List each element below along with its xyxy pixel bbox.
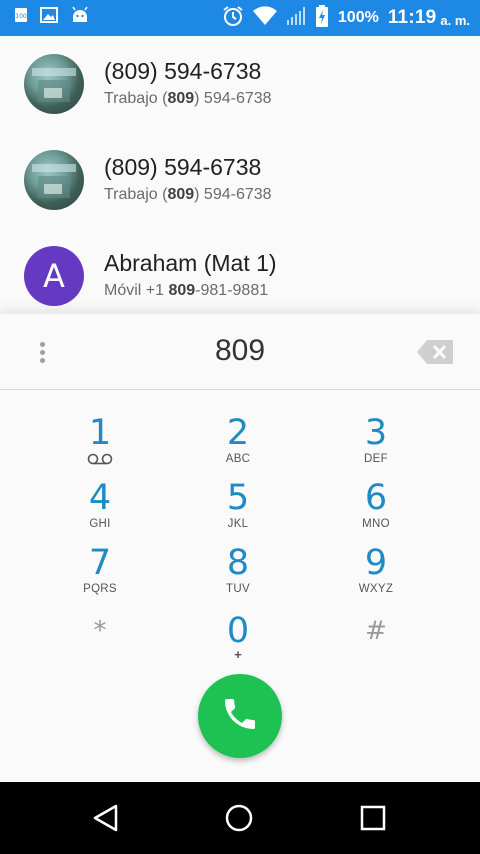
- key-digit: 3: [364, 413, 388, 453]
- contact-suggestions: (809) 594-6738 Trabajo (809) 594-6738 (8…: [0, 36, 480, 314]
- home-icon[interactable]: [223, 802, 255, 834]
- key-letters: GHI: [89, 518, 111, 530]
- key-letters: JKL: [227, 518, 249, 530]
- recents-icon[interactable]: [357, 802, 389, 834]
- contact-item[interactable]: (809) 594-6738 Trabajo (809) 594-6738: [0, 36, 480, 132]
- voicemail-icon: [40, 452, 160, 466]
- wifi-icon: [252, 5, 277, 31]
- contact-item[interactable]: (809) 594-6738 Trabajo (809) 594-6738: [0, 132, 480, 228]
- contact-name: (809) 594-6738: [104, 154, 262, 180]
- key-4[interactable]: 4 GHI: [40, 479, 160, 543]
- contact-detail: Trabajo (809) 594-6738: [104, 90, 272, 107]
- key-digit: 9: [364, 543, 388, 583]
- key-2[interactable]: 2 ABC: [178, 414, 298, 478]
- navigation-bar: [0, 782, 480, 854]
- key-hash[interactable]: #: [316, 612, 436, 676]
- key-8[interactable]: 8 TUV: [178, 544, 298, 608]
- notification-icon: 100: [14, 7, 28, 28]
- phone-icon: [220, 694, 260, 739]
- key-letters: MNO: [362, 518, 390, 530]
- key-letters: TUV: [226, 583, 250, 595]
- dialer-screen: 100 100% 11:19 a. m. (809) 594-6738 Trab…: [0, 0, 480, 854]
- battery-charging-icon: [315, 4, 329, 32]
- key-9[interactable]: 9 WXYZ: [316, 544, 436, 608]
- clock-time: 11:19: [387, 7, 437, 28]
- key-3[interactable]: 3 DEF: [316, 414, 436, 478]
- key-0[interactable]: 0 +: [178, 612, 298, 676]
- signal-icon: [286, 6, 306, 31]
- key-7[interactable]: 7 PQRS: [40, 544, 160, 608]
- key-letters: DEF: [364, 453, 388, 465]
- contact-detail: Móvil +1 809-981-9881: [104, 282, 269, 299]
- key-star[interactable]: *: [40, 612, 160, 676]
- alarm-icon: [222, 5, 244, 32]
- contact-avatar: [24, 54, 84, 114]
- key-digit: 1: [88, 413, 112, 453]
- key-letters: ABC: [225, 453, 251, 465]
- svg-text:100: 100: [15, 13, 27, 20]
- contact-detail: Trabajo (809) 594-6738: [104, 186, 272, 203]
- image-icon: [40, 7, 58, 28]
- digits-row: 809: [0, 314, 480, 390]
- key-digit: 5: [226, 478, 250, 518]
- contact-avatar: [24, 150, 84, 210]
- android-icon: [70, 5, 90, 30]
- contact-name: (809) 594-6738: [104, 58, 262, 84]
- contact-item[interactable]: A Abraham (Mat 1) Móvil +1 809-981-9881: [0, 228, 480, 314]
- key-letters: WXYZ: [358, 583, 394, 595]
- avatar-letter: A: [43, 257, 65, 295]
- status-bar: 100 100% 11:19 a. m.: [0, 0, 480, 36]
- key-1[interactable]: 1: [40, 414, 160, 478]
- contact-avatar: A: [24, 246, 84, 306]
- key-5[interactable]: 5 JKL: [178, 479, 298, 543]
- key-letters: PQRS: [83, 583, 117, 595]
- key-digit: 8: [226, 543, 250, 583]
- key-digit: 0: [226, 611, 250, 651]
- key-digit: #: [365, 616, 387, 646]
- key-digit: *: [93, 616, 107, 646]
- clock-ampm: a. m.: [440, 12, 470, 28]
- more-vert-icon[interactable]: [28, 338, 56, 366]
- back-icon[interactable]: [90, 802, 122, 834]
- dialpad: 809 1 2 ABC 3 DEF 4 GHI 5 JKL 6 MNO 7 PQ…: [0, 314, 480, 782]
- key-digit: 4: [88, 478, 112, 518]
- battery-percent: 100%: [337, 9, 379, 26]
- dialed-digits[interactable]: 809: [100, 334, 380, 368]
- key-digit: 6: [364, 478, 388, 518]
- key-digit: 7: [88, 543, 112, 583]
- key-digit: 2: [226, 413, 250, 453]
- contact-name: Abraham (Mat 1): [104, 250, 277, 276]
- key-letters: +: [234, 647, 242, 662]
- backspace-icon[interactable]: [416, 338, 460, 366]
- key-6[interactable]: 6 MNO: [316, 479, 436, 543]
- call-button[interactable]: [198, 674, 282, 758]
